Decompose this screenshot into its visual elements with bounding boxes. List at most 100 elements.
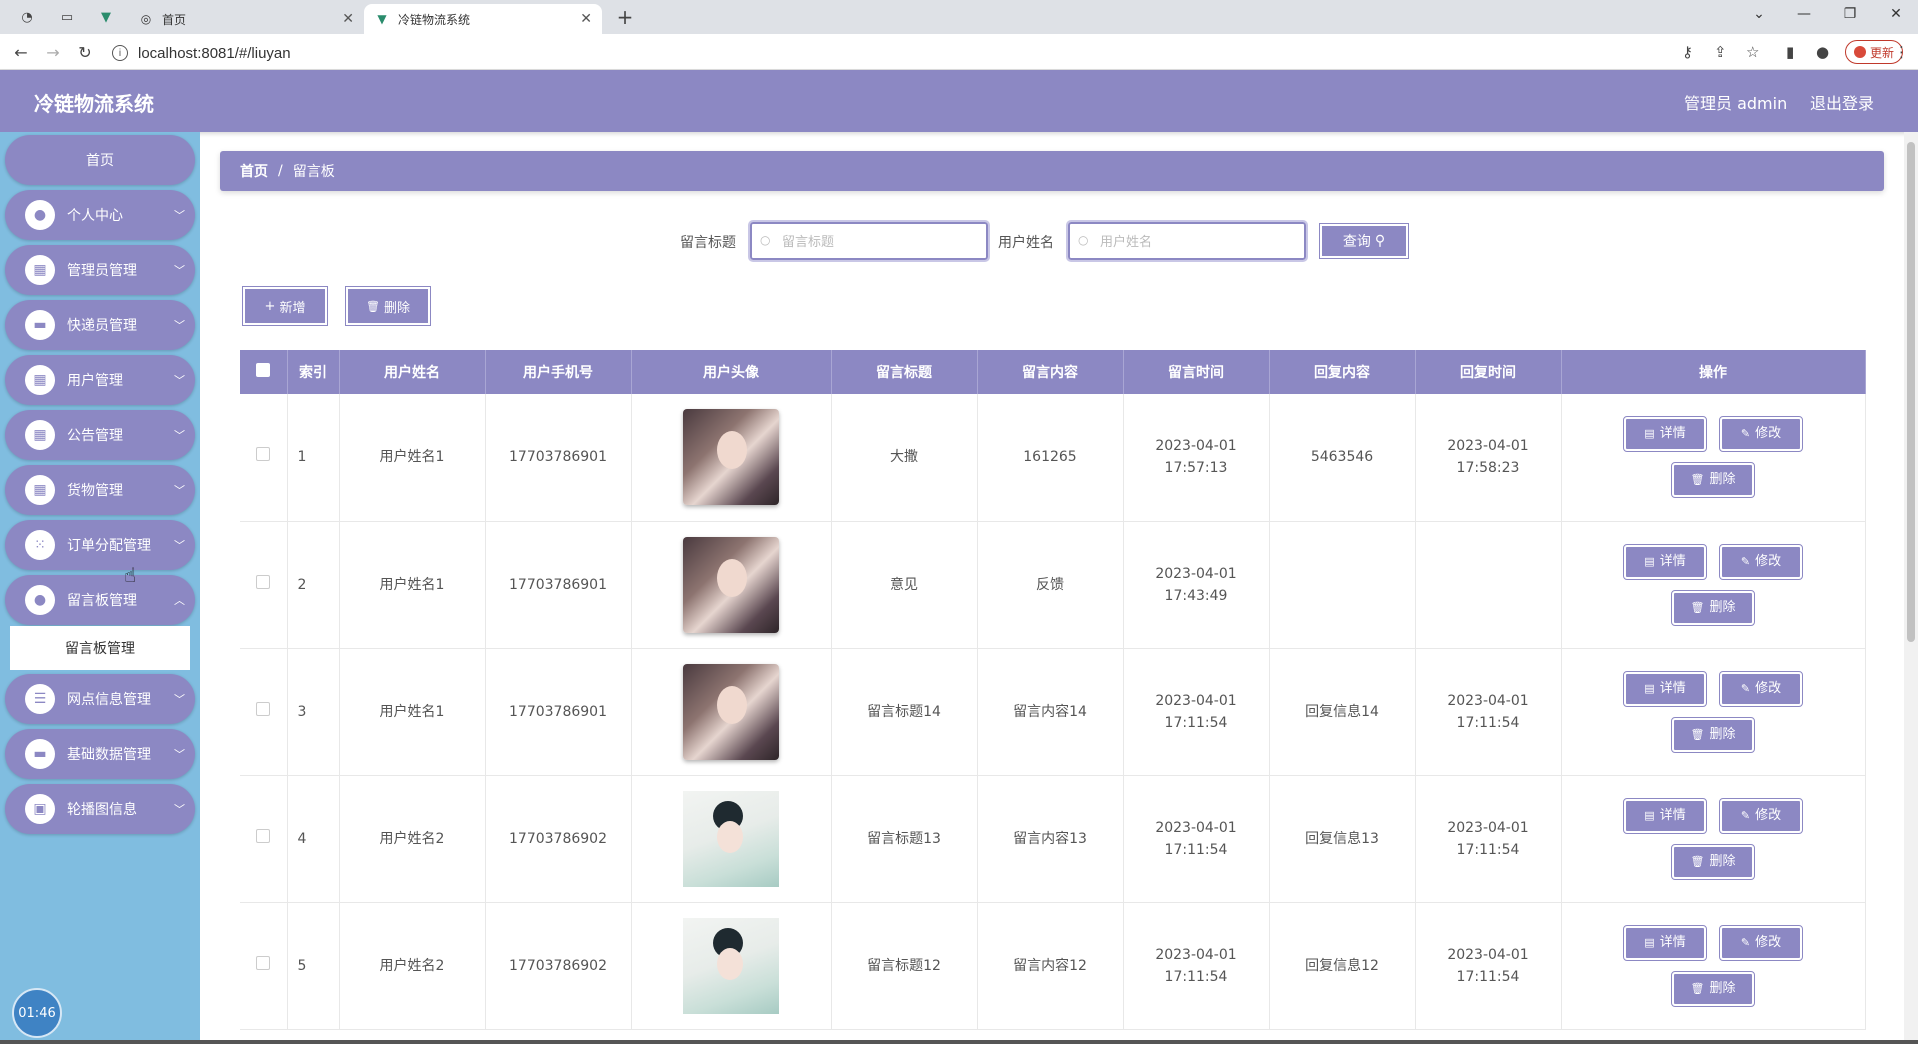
- profile-icon[interactable]: ●: [1816, 43, 1829, 61]
- edit-button[interactable]: ✎ 修改: [1719, 797, 1803, 834]
- detail-button[interactable]: ▤ 详情: [1623, 797, 1707, 834]
- reload-icon[interactable]: ↻: [74, 41, 96, 63]
- detail-label: 详情: [1659, 934, 1686, 950]
- row-delete-button[interactable]: 🗑 删除: [1671, 589, 1755, 626]
- blank-tab-icon[interactable]: ▭: [58, 8, 76, 26]
- batch-delete-button[interactable]: 🗑 删除: [345, 286, 431, 326]
- cell-avatar: [631, 394, 832, 522]
- row-checkbox[interactable]: [256, 828, 271, 843]
- cell-phone: 17703786902: [485, 775, 632, 903]
- monitor-icon: ▬: [25, 739, 55, 769]
- edit-button[interactable]: ✎ 修改: [1719, 924, 1803, 961]
- user-avatar-image[interactable]: [683, 790, 779, 887]
- chevron-down-icon[interactable]: ⌄: [1747, 6, 1771, 22]
- detail-button[interactable]: ▤ 详情: [1623, 670, 1707, 707]
- sidebar-item-outlets[interactable]: ☰ 网点信息管理 ﹀: [5, 674, 195, 724]
- share-icon[interactable]: ⇪: [1714, 43, 1727, 61]
- add-button[interactable]: + 新增: [242, 286, 328, 326]
- sidebar-subitem-messages[interactable]: 留言板管理: [10, 626, 190, 670]
- restore-icon[interactable]: ❐: [1838, 6, 1862, 22]
- key-icon[interactable]: ⚷: [1682, 43, 1693, 61]
- pencil-icon: ✎: [1740, 808, 1751, 822]
- sidebar-item-users[interactable]: ▦ 用户管理 ﹀: [5, 355, 195, 405]
- edit-button[interactable]: ✎ 修改: [1719, 670, 1803, 707]
- user-avatar-image[interactable]: [683, 663, 779, 760]
- row-select-cell[interactable]: [240, 394, 288, 522]
- title-search-input[interactable]: [748, 220, 990, 262]
- row-select-cell[interactable]: [240, 902, 288, 1030]
- avatar: [1853, 46, 1866, 58]
- cell-title: 意见: [831, 521, 978, 649]
- forward-icon[interactable]: →: [42, 41, 64, 63]
- update-label: 更新: [1869, 45, 1894, 60]
- cell-time: 2023-04-01 17:11:54: [1123, 775, 1270, 903]
- sidebar-item-carousel[interactable]: ▣ 轮播图信息 ﹀: [5, 784, 195, 834]
- close-icon[interactable]: ✕: [342, 11, 354, 27]
- row-checkbox[interactable]: [256, 955, 271, 970]
- sidepanel-icon[interactable]: ▮: [1786, 43, 1794, 61]
- query-label: 查询: [1342, 234, 1371, 250]
- cell-time: 2023-04-01 17:11:54: [1123, 902, 1270, 1030]
- chevron-down-icon: ﹀: [174, 319, 185, 332]
- sidebar-item-orders[interactable]: ⁙ 订单分配管理 ﹀: [5, 520, 195, 570]
- vertical-scrollbar[interactable]: [1904, 132, 1918, 1044]
- sidebar-item-profile[interactable]: ● 个人中心 ﹀: [5, 190, 195, 240]
- search-icon: ○: [1078, 233, 1089, 247]
- tab-active[interactable]: ▼ 冷链物流系统 ✕: [364, 4, 602, 34]
- breadcrumb-home[interactable]: 首页: [240, 161, 268, 181]
- logout-link[interactable]: 退出登录: [1810, 90, 1874, 114]
- row-checkbox[interactable]: [256, 701, 271, 716]
- edit-button[interactable]: ✎ 修改: [1719, 416, 1803, 453]
- sidebar-item-basedata[interactable]: ▬ 基础数据管理 ﹀: [5, 729, 195, 779]
- tab-home[interactable]: ◎ 首页 ✕: [128, 4, 364, 34]
- row-checkbox[interactable]: [256, 574, 271, 589]
- edit-button[interactable]: ✎ 修改: [1719, 543, 1803, 580]
- name-search-input[interactable]: [1066, 220, 1308, 262]
- url-field[interactable]: i localhost:8081/#/liuyan: [112, 40, 1672, 66]
- select-all-checkbox[interactable]: [256, 363, 271, 377]
- sidebar-item-admin[interactable]: ▦ 管理员管理 ﹀: [5, 245, 195, 295]
- close-window-icon[interactable]: ✕: [1884, 6, 1908, 22]
- scrollbar-thumb[interactable]: [1907, 142, 1915, 642]
- history-icon[interactable]: ◔: [18, 8, 36, 26]
- sidebar-item-notice[interactable]: ▦ 公告管理 ﹀: [5, 410, 195, 460]
- delete-label: 删除: [1709, 599, 1736, 615]
- new-tab-button[interactable]: +: [616, 5, 634, 29]
- sidebar-item-courier[interactable]: ▬ 快递员管理 ﹀: [5, 300, 195, 350]
- add-label: 新增: [279, 300, 306, 316]
- cell-content: 留言内容14: [977, 648, 1124, 776]
- sidebar-item-home[interactable]: 首页: [5, 135, 195, 185]
- back-icon[interactable]: ←: [10, 41, 32, 63]
- table-row: 3 用户姓名1 17703786901 留言标题14 留言内容14 2023-04-01 …: [240, 648, 1866, 776]
- row-delete-button[interactable]: 🗑 删除: [1671, 716, 1755, 753]
- breadcrumb: 首页 / 留言板: [220, 151, 1884, 191]
- star-icon[interactable]: ☆: [1746, 43, 1759, 61]
- sliders-icon: ☰: [25, 684, 55, 714]
- row-checkbox[interactable]: [256, 447, 271, 462]
- row-delete-button[interactable]: 🗑 删除: [1671, 462, 1755, 499]
- row-delete-button[interactable]: 🗑 删除: [1671, 843, 1755, 880]
- user-avatar-image[interactable]: [683, 536, 779, 633]
- close-icon[interactable]: ✕: [580, 11, 592, 27]
- detail-button[interactable]: ▤ 详情: [1623, 416, 1707, 453]
- sidebar-item-label: 快递员管理: [67, 318, 137, 334]
- row-select-cell[interactable]: [240, 775, 288, 903]
- info-icon[interactable]: i: [112, 45, 128, 61]
- detail-button[interactable]: ▤ 详情: [1623, 543, 1707, 580]
- minimize-icon[interactable]: —: [1792, 6, 1816, 22]
- sidebar-item-goods[interactable]: ▦ 货物管理 ﹀: [5, 465, 195, 515]
- sidebar-item-messages[interactable]: ● 留言板管理 ︿: [5, 575, 195, 625]
- row-select-cell[interactable]: [240, 521, 288, 649]
- detail-button[interactable]: ▤ 详情: [1623, 924, 1707, 961]
- user-avatar-image[interactable]: [683, 409, 779, 506]
- row-select-cell[interactable]: [240, 648, 288, 776]
- menu-icon[interactable]: ⋮: [1894, 43, 1909, 61]
- vue-tab-icon[interactable]: ▼: [97, 8, 115, 26]
- row-delete-button[interactable]: 🗑 删除: [1671, 970, 1755, 1007]
- url-text: localhost:8081/#/liuyan: [138, 44, 291, 62]
- select-all-cell[interactable]: [240, 350, 288, 394]
- query-button[interactable]: 查询 ⚲: [1319, 223, 1409, 259]
- document-icon: ▤: [1644, 554, 1655, 568]
- user-avatar-image[interactable]: [683, 917, 779, 1014]
- chevron-up-icon: ︿: [174, 594, 185, 607]
